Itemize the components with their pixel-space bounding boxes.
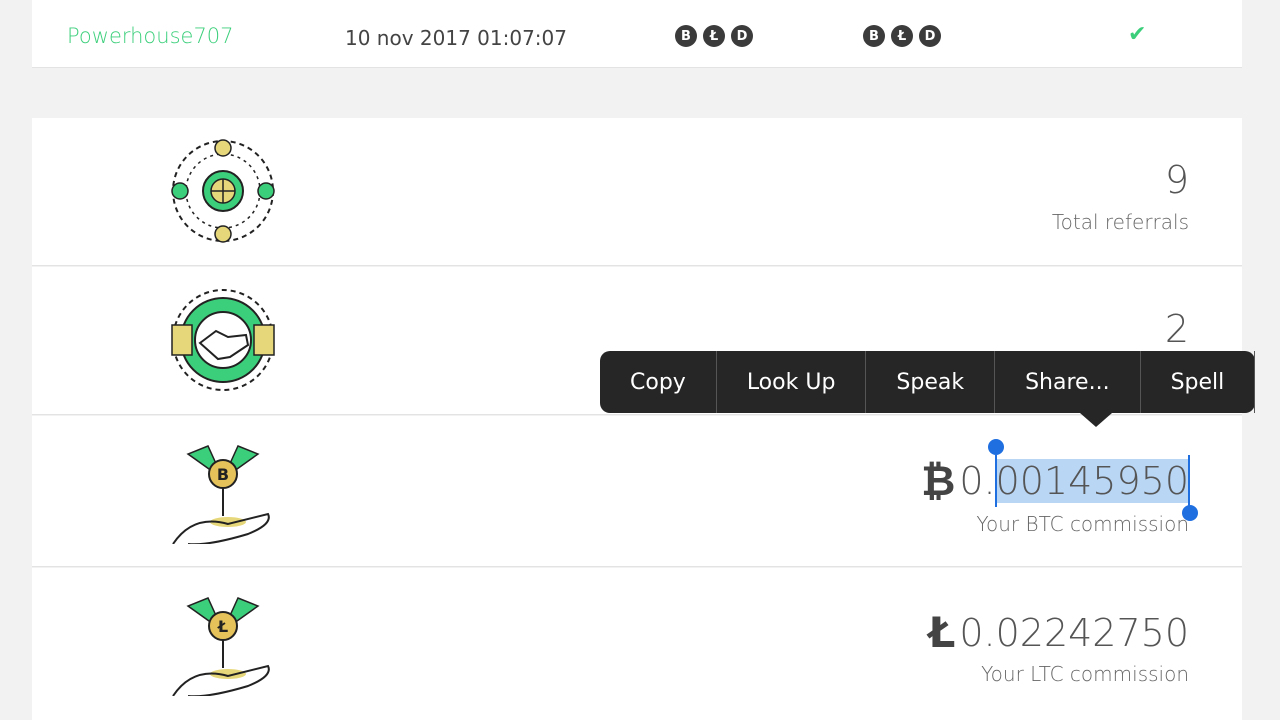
total-referrals-label: Total referrals [1051, 210, 1189, 234]
text-selection-context-menu: Copy Look Up Speak Share... Spell [600, 351, 1256, 427]
bitcoin-icon: B [863, 25, 885, 47]
selected-btc-value[interactable]: 00145950 [987, 438, 1198, 521]
referral-timestamp: 10 nov 2017 01:07:07 [345, 26, 567, 50]
stat-card-btc-commission: B ₿ 0. 00145950 Your BTC commission [32, 416, 1242, 567]
stat-card-ltc-commission: Ł Ł 0.02242750 Your LTC commission [32, 568, 1242, 720]
dash-icon: D [919, 25, 941, 47]
btc-commission-label: Your BTC commission [976, 512, 1189, 536]
bitcoin-icon: ₿ [921, 456, 956, 505]
coin-icons-group-2: B Ł D [863, 25, 941, 47]
svg-text:Ł: Ł [217, 617, 228, 636]
check-icon: ✔ [1128, 22, 1147, 47]
svg-text:B: B [217, 465, 229, 484]
referral-network-icon [171, 139, 275, 243]
stat-card-total-referrals: 9 Total referrals [32, 118, 1242, 266]
menu-item-speak[interactable]: Speak [866, 351, 996, 413]
handshake-icon [171, 289, 275, 391]
active-referrals-value: 2 [1164, 307, 1189, 351]
ltc-value-digits: 0.02242750 [959, 610, 1189, 655]
menu-item-share[interactable]: Share... [995, 351, 1141, 413]
dash-icon: D [731, 25, 753, 47]
selection-start-handle[interactable] [987, 438, 1004, 455]
menu-pointer-arrow [1080, 413, 1112, 427]
bitcoin-icon: B [675, 25, 697, 47]
ltc-commission-label: Your LTC commission [981, 662, 1189, 686]
referral-username-link[interactable]: Powerhouse707 [67, 24, 234, 48]
bitcoin-plant-icon: B [172, 445, 270, 544]
selected-btc-digits: 00145950 [995, 458, 1189, 503]
ltc-commission-value: Ł 0.02242750 [928, 608, 1189, 657]
selection-end-caret[interactable] [1188, 454, 1190, 507]
selection-start-caret[interactable] [994, 454, 997, 507]
menu-item-look-up[interactable]: Look Up [717, 351, 867, 413]
menu-item-spell[interactable]: Spell [1141, 351, 1256, 413]
litecoin-icon: Ł [928, 608, 956, 657]
menu-item-copy[interactable]: Copy [600, 351, 717, 413]
btc-commission-value: ₿ 0. 00145950 [921, 438, 1198, 521]
referral-row: Powerhouse707 10 nov 2017 01:07:07 B Ł D… [32, 0, 1242, 68]
coin-icons-group-1: B Ł D [675, 25, 753, 47]
litecoin-plant-icon: Ł [172, 597, 270, 696]
total-referrals-value: 9 [1164, 158, 1189, 202]
litecoin-icon: Ł [891, 25, 913, 47]
litecoin-icon: Ł [703, 25, 725, 47]
btc-value-prefix: 0. [959, 458, 996, 503]
